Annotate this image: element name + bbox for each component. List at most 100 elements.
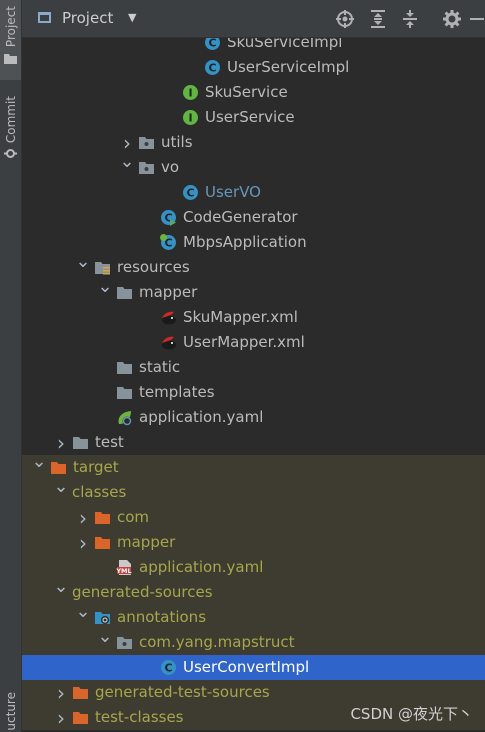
commit-tab-label: Commit — [3, 96, 18, 144]
expand-all-icon — [371, 10, 385, 28]
spring-yaml-icon — [116, 409, 133, 426]
folder-icon — [116, 284, 133, 301]
tree-node-label: application.yaml — [139, 408, 264, 426]
expand-all-button[interactable] — [368, 9, 388, 29]
tree-node-label: resources — [117, 258, 190, 276]
tree-node[interactable]: I UserService — [22, 105, 485, 130]
crosshair-icon — [336, 10, 354, 28]
tree-node[interactable]: › generated-test-sources — [22, 680, 485, 705]
package-folder-icon — [138, 159, 155, 176]
tree-node[interactable]: C SkuServiceImpl — [22, 38, 485, 55]
tree-node-label: test-classes — [95, 708, 184, 726]
folder-icon — [4, 54, 17, 65]
tree-node[interactable]: application.yaml — [22, 405, 485, 430]
tree-node[interactable]: I SkuService — [22, 80, 485, 105]
chevron-down-icon[interactable]: ⌄ — [97, 274, 112, 299]
chevron-down-icon[interactable]: ⌄ — [75, 599, 90, 624]
chevron-down-icon[interactable]: ⌄ — [53, 474, 68, 499]
commit-tool-tab[interactable]: Commit — [0, 96, 21, 176]
package-folder-icon — [138, 134, 155, 151]
chevron-down-icon[interactable]: ⌄ — [97, 624, 112, 649]
tree-node[interactable]: ⌄ generated-sources — [22, 576, 485, 605]
tree-node-label: com — [117, 508, 150, 526]
excluded-folder-icon — [94, 534, 111, 551]
tree-node-label: target — [73, 458, 119, 476]
chevron-down-icon[interactable]: ⌄ — [53, 574, 68, 599]
chevron-down-icon[interactable]: ⌄ — [119, 149, 134, 174]
tree-node-label: test — [95, 433, 124, 451]
svg-text:I: I — [188, 112, 192, 125]
mybatis-xml-icon — [160, 334, 177, 351]
tree-node-label: templates — [139, 383, 215, 401]
folder-icon — [72, 434, 89, 451]
class-runnable-icon: C — [160, 209, 177, 226]
project-tool-tab[interactable]: Project — [0, 0, 21, 80]
svg-text:C: C — [208, 62, 216, 75]
tree-node[interactable]: ⌄ classes — [22, 476, 485, 505]
tree-node[interactable]: C MbpsApplication — [22, 230, 485, 255]
tree-node[interactable]: UserMapper.xml — [22, 330, 485, 355]
tree-node[interactable]: › test — [22, 430, 485, 455]
chevron-right-icon[interactable]: › — [76, 505, 90, 530]
tree-node[interactable]: C CodeGenerator — [22, 205, 485, 230]
tree-node[interactable]: › com — [22, 505, 485, 530]
folder-icon — [116, 359, 133, 376]
tree-node[interactable]: C UserConvertImpl — [22, 655, 485, 680]
chevron-right-icon[interactable]: › — [54, 430, 68, 455]
tree-node[interactable]: ⌄ mapper — [22, 276, 485, 305]
tree-node-label: SkuService — [205, 83, 288, 101]
chevron-right-icon[interactable]: › — [54, 705, 68, 730]
tree-node-label: classes — [72, 483, 127, 501]
tree-node[interactable]: YML application.yaml — [22, 555, 485, 580]
tree-node-label: generated-test-sources — [95, 683, 270, 701]
settings-button[interactable] — [442, 9, 462, 29]
structure-tab-label: ucture — [3, 692, 18, 731]
excluded-folder-icon — [94, 509, 111, 526]
class-icon: C — [160, 659, 177, 676]
package-folder-icon — [116, 634, 133, 651]
collapse-all-icon — [403, 10, 417, 28]
tree-node-label: SkuMapper.xml — [183, 308, 298, 326]
project-tab-label: Project — [3, 6, 18, 48]
spring-class-icon: C — [160, 234, 177, 251]
tree-node-label: UserConvertImpl — [183, 658, 310, 676]
tree-node[interactable]: templates — [22, 380, 485, 405]
hide-panel-button[interactable] — [468, 9, 485, 29]
class-icon: C — [204, 38, 221, 51]
tree-node[interactable]: static — [22, 355, 485, 380]
chevron-right-icon[interactable]: › — [54, 680, 68, 705]
tree-node[interactable]: ⌄ resources — [22, 251, 485, 280]
chevron-down-icon[interactable]: ⌄ — [31, 449, 46, 474]
watermark: CSDN @夜光下丶 — [350, 705, 473, 723]
tree-node-label: static — [139, 358, 181, 376]
tool-window-strip: Project Commit ucture — [0, 0, 22, 732]
view-selector[interactable]: Project — [62, 9, 113, 27]
tree-node[interactable]: ⌄ com.yang.mapstruct — [22, 626, 485, 655]
locate-button[interactable] — [335, 9, 355, 29]
tree-node[interactable]: › utils — [22, 130, 485, 155]
tree-node[interactable]: C UserServiceImpl — [22, 55, 485, 80]
tree-node[interactable]: › mapper — [22, 530, 485, 555]
tree-node-label: UserVO — [205, 183, 261, 201]
mybatis-xml-icon — [160, 309, 177, 326]
tree-node[interactable]: ⌄ annotations — [22, 601, 485, 630]
tree-node-label: generated-sources — [72, 583, 213, 601]
tree-node[interactable]: ⌄ vo — [22, 151, 485, 180]
class-icon: C — [182, 184, 199, 201]
chevron-down-icon[interactable]: ▼ — [128, 11, 136, 24]
collapse-all-button[interactable] — [400, 9, 420, 29]
class-icon: C — [204, 59, 221, 76]
chevron-right-icon[interactable]: › — [76, 530, 90, 555]
tree-node-label: SkuServiceImpl — [227, 38, 343, 51]
tree-node[interactable]: C UserVO — [22, 180, 485, 205]
chevron-down-icon[interactable]: ⌄ — [75, 249, 90, 274]
project-toolbar: Project ▼ — [22, 0, 485, 38]
tree-node-label: UserServiceImpl — [227, 58, 350, 76]
commit-icon — [4, 149, 17, 159]
interface-icon: I — [182, 84, 199, 101]
project-tree[interactable]: C SkuServiceImpl C UserServiceImpl I SkuServi… — [22, 38, 485, 732]
tree-node[interactable]: SkuMapper.xml — [22, 305, 485, 330]
structure-tool-tab[interactable]: ucture — [0, 688, 21, 732]
tree-node[interactable]: ⌄ target — [22, 451, 485, 480]
svg-text:C: C — [208, 38, 216, 50]
